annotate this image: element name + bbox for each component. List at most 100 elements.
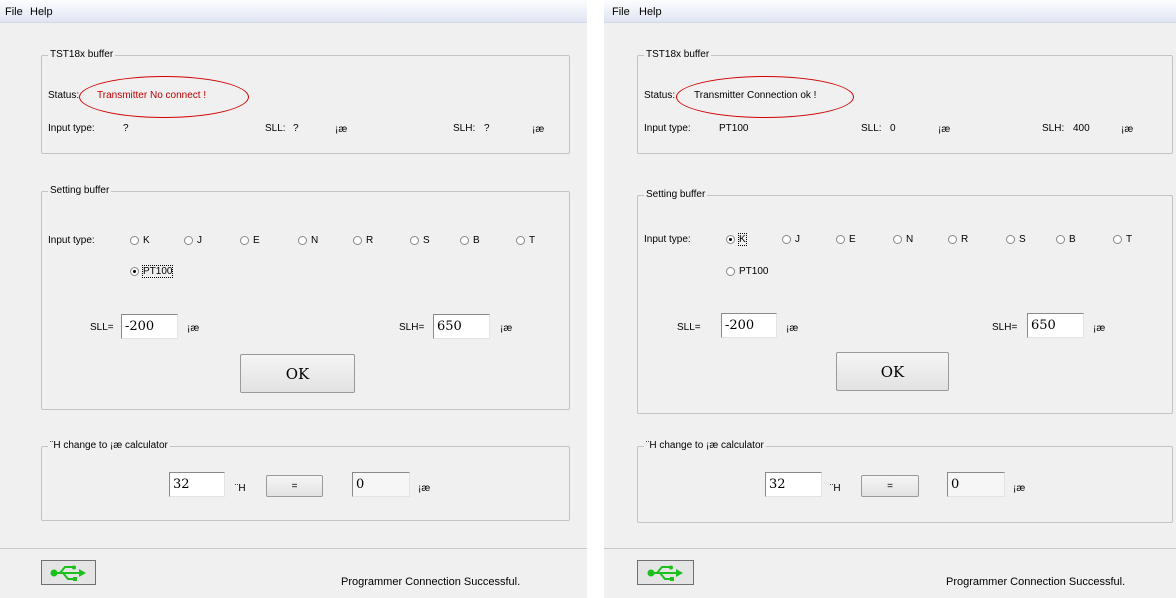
radio-t-circle — [516, 236, 525, 245]
radio-j-circle — [184, 236, 193, 245]
radio-r-circle — [353, 236, 362, 245]
radio-n[interactable]: N — [298, 235, 318, 247]
radio-j[interactable]: J — [782, 234, 800, 246]
radio-pt100[interactable]: PT100 — [726, 266, 768, 278]
radio-r[interactable]: R — [948, 234, 968, 246]
radio-n-circle — [893, 235, 902, 244]
convert-button[interactable]: = — [861, 475, 919, 497]
radio-e[interactable]: E — [240, 235, 260, 247]
slh-label: SLH: — [1042, 123, 1065, 134]
radio-b-label: B — [1069, 234, 1076, 245]
radio-s-circle — [1006, 235, 1015, 244]
sll-input[interactable] — [121, 314, 178, 339]
fahrenheit-input[interactable] — [765, 472, 822, 497]
radio-k-label: K — [738, 233, 747, 246]
setting-buffer-title: Setting buffer — [48, 185, 112, 197]
radio-j[interactable]: J — [184, 235, 202, 247]
usb-status-indicator — [637, 560, 694, 585]
footer-divider — [604, 548, 1176, 549]
radio-s-label: S — [423, 235, 430, 246]
radio-e-circle — [240, 236, 249, 245]
radio-s-circle — [410, 236, 419, 245]
ok-button[interactable]: OK — [240, 354, 355, 393]
footer-status-message: Programmer Connection Successful. — [946, 576, 1126, 588]
radio-n-label: N — [906, 234, 914, 245]
radio-n-label: N — [311, 235, 319, 246]
radio-s[interactable]: S — [1006, 234, 1026, 246]
radio-e[interactable]: E — [836, 234, 856, 246]
menu-help[interactable]: Help — [30, 6, 53, 18]
sll-input-label: SLL= — [677, 322, 701, 333]
radio-t[interactable]: T — [1113, 234, 1132, 246]
tst-buffer-title: TST18x buffer — [644, 49, 712, 61]
sll-input[interactable] — [721, 313, 777, 338]
radio-pt100[interactable]: PT100 — [130, 265, 174, 278]
radio-e-circle — [836, 235, 845, 244]
fahrenheit-unit: ¨H — [235, 483, 246, 494]
radio-k-circle — [726, 235, 735, 244]
calculator-title: ¨H change to ¡æ calculator — [48, 440, 170, 452]
status-label: Status: — [644, 90, 676, 101]
radio-r[interactable]: R — [353, 235, 373, 247]
radio-t[interactable]: T — [516, 235, 535, 247]
radio-j-label: J — [795, 234, 800, 245]
celsius-unit: ¡æ — [418, 483, 431, 494]
radio-b[interactable]: B — [1056, 234, 1076, 246]
radio-t-label: T — [529, 235, 536, 246]
slh-unit: ¡æ — [1121, 124, 1134, 135]
slh-input-label: SLH= — [399, 322, 425, 333]
sll-label: SLL: — [861, 123, 882, 134]
menu-bar: File Help — [0, 0, 587, 23]
sll-input-unit: ¡æ — [187, 323, 200, 334]
sll-unit: ¡æ — [335, 124, 348, 135]
setting-buffer-group: Setting buffer Input type: K J E N R S B… — [41, 185, 570, 410]
usb-status-indicator — [41, 560, 96, 585]
window-right: File Help TST18x buffer Status: Transmit… — [604, 0, 1176, 598]
slh-input[interactable] — [433, 314, 490, 339]
radio-pt100-label: PT100 — [739, 266, 769, 277]
slh-label: SLH: — [453, 123, 476, 134]
slh-value: 400 — [1073, 123, 1090, 134]
slh-input[interactable] — [1027, 313, 1084, 338]
sll-value: 0 — [890, 123, 896, 134]
sll-input-label: SLL= — [90, 322, 114, 333]
radio-k[interactable]: K — [130, 235, 150, 247]
fahrenheit-input[interactable] — [169, 472, 225, 497]
radio-n[interactable]: N — [893, 234, 913, 246]
celsius-unit: ¡æ — [1013, 483, 1026, 494]
menu-file[interactable]: File — [612, 6, 630, 18]
ok-button[interactable]: OK — [836, 352, 949, 391]
radio-k-circle — [130, 236, 139, 245]
input-type-value: PT100 — [719, 123, 749, 134]
convert-button[interactable]: = — [266, 475, 323, 497]
radio-r-circle — [948, 235, 957, 244]
radio-k[interactable]: K — [726, 233, 747, 246]
celsius-output — [947, 472, 1005, 497]
setting-buffer-title: Setting buffer — [644, 189, 708, 201]
radio-n-circle — [298, 236, 307, 245]
calculator-group: ¨H change to ¡æ calculator ¨H = ¡æ — [637, 440, 1173, 523]
calculator-group: ¨H change to ¡æ calculator ¨H = ¡æ — [41, 440, 570, 521]
radio-pt100-circle — [726, 267, 735, 276]
radio-s-label: S — [1019, 234, 1026, 245]
sll-label: SLL: — [265, 123, 286, 134]
tst-buffer-title: TST18x buffer — [48, 49, 116, 61]
radio-r-label: R — [961, 234, 969, 245]
setting-buffer-group: Setting buffer Input type: K J E N R S B… — [637, 189, 1173, 414]
radio-e-label: E — [253, 235, 260, 246]
radio-b-label: B — [473, 235, 480, 246]
setting-input-type-label: Input type: — [48, 235, 95, 246]
status-annotation-ellipse — [676, 76, 854, 118]
setting-input-type-label: Input type: — [644, 234, 691, 245]
usb-icon — [647, 565, 683, 581]
slh-value: ? — [484, 123, 490, 134]
menu-file[interactable]: File — [5, 6, 23, 18]
sll-unit: ¡æ — [938, 124, 951, 135]
radio-s[interactable]: S — [410, 235, 430, 247]
radio-b[interactable]: B — [460, 235, 480, 247]
menu-help[interactable]: Help — [639, 6, 662, 18]
slh-input-label: SLH= — [992, 322, 1018, 333]
celsius-output — [352, 472, 410, 497]
input-type-label: Input type: — [644, 123, 691, 134]
input-type-label: Input type: — [48, 123, 95, 134]
